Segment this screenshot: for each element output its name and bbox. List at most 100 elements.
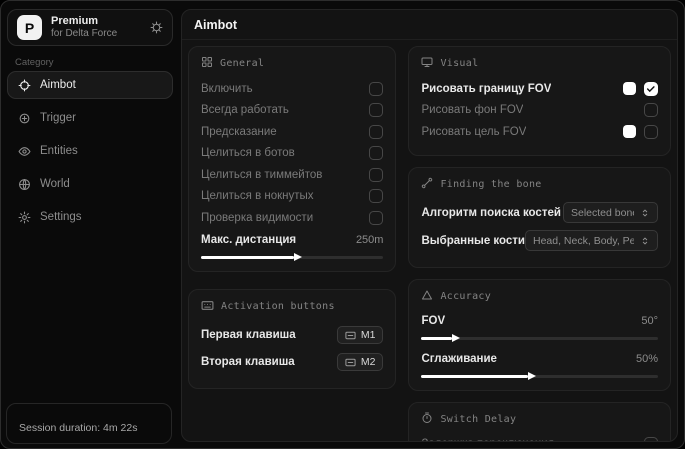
sidebar-item-world[interactable]: World — [7, 170, 173, 198]
checkbox[interactable] — [644, 103, 658, 117]
sidebar-item-entities[interactable]: Entities — [7, 137, 173, 165]
checkbox[interactable] — [369, 82, 383, 96]
toggle-row-always-work: Всегда работать — [201, 100, 383, 122]
chevrons-up-down-icon — [640, 208, 650, 218]
select-value: Head, Neck, Body, Pe.. — [533, 235, 634, 247]
toggle-label: Задержка переключения — [421, 438, 553, 442]
toggle-row-prediction: Предсказание — [201, 121, 383, 143]
toggle-label: Рисовать границу FOV — [421, 83, 551, 95]
card-activation-header: Activation buttons — [201, 299, 383, 315]
select-label: Алгоритм поиска костей — [421, 207, 560, 219]
checkbox[interactable] — [644, 82, 658, 96]
app-logo: P — [17, 15, 42, 40]
toggle-label: Целиться в нокнутых — [201, 190, 314, 202]
keybind-value: M2 — [361, 356, 376, 368]
checkbox[interactable] — [369, 211, 383, 225]
card-header-label: General — [220, 58, 264, 69]
card-header-label: Switch Delay — [440, 414, 516, 425]
card-visual: Visual Рисовать границу FOV Рисовать фон… — [408, 46, 671, 156]
sidebar-item-aimbot[interactable]: Aimbot — [7, 71, 173, 99]
checkbox[interactable] — [644, 125, 658, 139]
gear-icon[interactable] — [150, 21, 163, 34]
card-bone-header: Finding the bone — [421, 177, 658, 192]
card-switch-delay: Switch Delay Задержка переключения Задер… — [408, 402, 671, 443]
eye-icon — [18, 145, 31, 158]
card-general-header: General — [201, 56, 383, 71]
smoothing-slider[interactable] — [421, 375, 658, 378]
color-swatch[interactable] — [623, 125, 636, 138]
main-panel: Aimbot General Включить Всегда работа — [181, 9, 678, 442]
app-subtitle: for Delta Force — [51, 28, 141, 40]
max-distance-slider-block: Макс. дистанция 250m — [201, 230, 383, 259]
toggle-label: Предсказание — [201, 126, 277, 138]
card-header-label: Accuracy — [440, 291, 491, 302]
slider-label: Сглаживание — [421, 353, 496, 365]
session-duration-box: Session duration: 4m 22s — [6, 403, 172, 444]
brand-text: Premium for Delta Force — [51, 15, 141, 39]
sidebar-item-label: Trigger — [40, 112, 76, 124]
card-header-label: Finding the bone — [440, 179, 541, 190]
keybind-value: M1 — [361, 329, 376, 341]
switch-delay-toggle-row: Задержка переключения — [421, 434, 658, 443]
slider-label: Макс. дистанция — [201, 234, 296, 246]
fov-slider[interactable] — [421, 337, 658, 340]
keybind-row-second: Вторая клавиша M2 — [201, 349, 383, 376]
checkbox[interactable] — [369, 103, 383, 117]
card-visual-header: Visual — [421, 56, 658, 71]
card-finding-bone: Finding the bone Алгоритм поиска костей … — [408, 167, 671, 268]
visual-row-fov-border: Рисовать границу FOV — [421, 78, 658, 100]
card-switch-delay-header: Switch Delay — [421, 412, 658, 427]
sidebar-item-label: Aimbot — [40, 79, 76, 91]
card-accuracy: Accuracy FOV 50° Сглаживание — [408, 279, 671, 391]
checkbox[interactable] — [644, 437, 658, 442]
keyboard-icon — [345, 357, 356, 368]
gear-icon — [18, 211, 31, 224]
content: General Включить Всегда работать Предска… — [182, 40, 677, 442]
sidebar-nav: Aimbot Trigger Entities World Settings — [7, 71, 173, 231]
sidebar-item-settings[interactable]: Settings — [7, 203, 173, 231]
visual-row-fov-background: Рисовать фон FOV — [421, 100, 658, 122]
triangle-icon — [421, 289, 433, 304]
globe-icon — [18, 178, 31, 191]
monitor-icon — [421, 56, 433, 71]
toggle-label: Проверка видимости — [201, 212, 313, 224]
checkbox[interactable] — [369, 146, 383, 160]
slider-value: 250m — [356, 234, 384, 246]
app-brand-card: P Premium for Delta Force — [7, 9, 173, 46]
slider-fill — [421, 337, 452, 340]
card-header-label: Visual — [440, 58, 478, 69]
chevrons-up-down-icon — [640, 236, 650, 246]
sidebar-item-label: World — [40, 178, 70, 190]
slider-fill — [421, 375, 527, 378]
checkbox[interactable] — [369, 189, 383, 203]
selected-bones-row: Выбранные кости Head, Neck, Body, Pe.. — [421, 227, 658, 255]
select-value: Selected bone — [571, 207, 634, 219]
card-accuracy-header: Accuracy — [421, 289, 658, 304]
toggle-row-visibility-check: Проверка видимости — [201, 207, 383, 229]
app-title: Premium — [51, 15, 141, 28]
keyboard-icon — [345, 330, 356, 341]
sidebar-item-trigger[interactable]: Trigger — [7, 104, 173, 132]
checkbox[interactable] — [369, 125, 383, 139]
timer-icon — [421, 412, 433, 427]
keybind-button-m1[interactable]: M1 — [337, 326, 384, 344]
card-header-label: Activation buttons — [221, 301, 335, 312]
toggle-row-enable: Включить — [201, 78, 383, 100]
checkbox[interactable] — [369, 168, 383, 182]
slider-value: 50° — [641, 315, 658, 327]
max-distance-slider[interactable] — [201, 256, 383, 259]
select-label: Выбранные кости — [421, 235, 525, 247]
keybind-label: Вторая клавиша — [201, 356, 295, 368]
bone-algorithm-select[interactable]: Selected bone — [563, 202, 658, 223]
toggle-row-target-bots: Целиться в ботов — [201, 143, 383, 165]
keybind-button-m2[interactable]: M2 — [337, 353, 384, 371]
toggle-label: Целиться в ботов — [201, 147, 295, 159]
selected-bones-select[interactable]: Head, Neck, Body, Pe.. — [525, 230, 658, 251]
bone-algorithm-row: Алгоритм поиска костей Selected bone — [421, 199, 658, 227]
toggle-label: Рисовать цель FOV — [421, 126, 526, 138]
category-label: Category — [15, 57, 54, 68]
target-icon — [18, 112, 31, 125]
card-general: General Включить Всегда работать Предска… — [188, 46, 396, 272]
color-swatch[interactable] — [623, 82, 636, 95]
fov-slider-block: FOV 50° — [421, 311, 658, 340]
